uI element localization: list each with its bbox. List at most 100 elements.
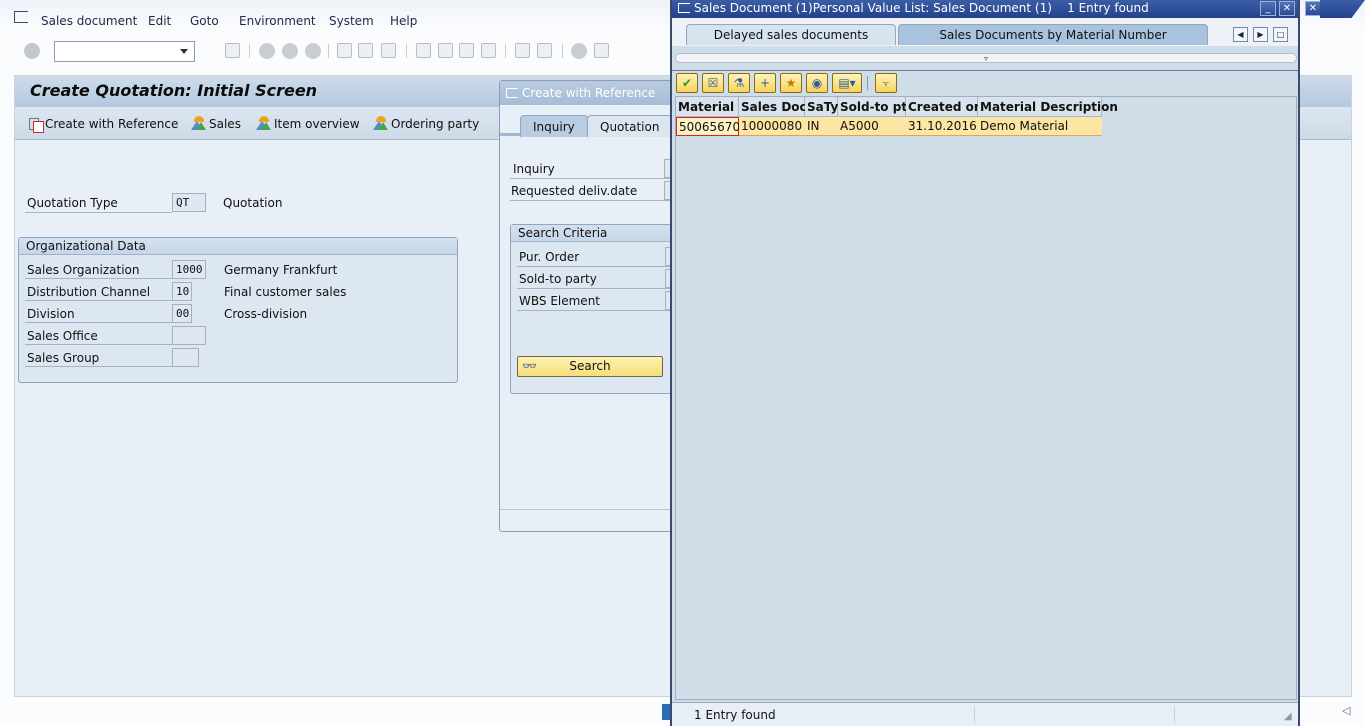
requested-deliv-date-label: Requested deliv.date: [511, 184, 638, 198]
print-icon[interactable]: ▤▾: [832, 73, 862, 93]
close-button[interactable]: ✕: [1279, 1, 1295, 16]
distribution-channel-field[interactable]: 10: [172, 282, 192, 301]
menu-system[interactable]: System: [329, 14, 374, 28]
column-header-sales-doc[interactable]: Sales Doc.: [739, 97, 811, 117]
sales-office-label: Sales Office: [27, 329, 98, 343]
info-icon[interactable]: ⍪: [875, 73, 897, 93]
group-title: Search Criteria: [511, 225, 689, 242]
window-close-button[interactable]: ✕: [1305, 1, 1321, 16]
dialog-icon: [506, 88, 518, 98]
division-field[interactable]: 00: [172, 304, 192, 323]
sales-group-label: Sales Group: [27, 351, 100, 365]
menu-help[interactable]: Help: [390, 14, 417, 28]
wbs-element-label: WBS Element: [519, 294, 600, 308]
search-button[interactable]: 👓 Search: [517, 356, 663, 377]
tab-quotation[interactable]: Quotation: [587, 115, 673, 137]
inquiry-label: Inquiry: [513, 162, 555, 176]
binoculars-icon: 👓: [522, 359, 537, 373]
sales-organization-desc: Germany Frankfurt: [224, 263, 338, 277]
create-with-reference-dialog: Create with Reference Inquiry Quotation …: [499, 80, 690, 532]
create-with-reference-button[interactable]: Create with Reference: [29, 117, 178, 133]
command-field[interactable]: [54, 41, 195, 62]
organizational-data-group: Organizational Data Sales Organization 1…: [18, 237, 458, 383]
menu-environment[interactable]: Environment: [239, 14, 316, 28]
popup-tabstrip: Delayed sales documents Sales Documents …: [672, 18, 1298, 46]
table-cell-sales-doc[interactable]: 10000080: [739, 117, 805, 136]
page-title: Create Quotation: Initial Screen: [30, 81, 318, 100]
status-text: 1 Entry found: [694, 708, 776, 722]
table-cell-material-description[interactable]: Demo Material: [978, 117, 1102, 136]
sales-office-field[interactable]: [172, 326, 206, 345]
tab-scroll-right-icon[interactable]: ▶: [1253, 27, 1268, 42]
status-expand-icon[interactable]: ◁: [1342, 704, 1350, 717]
quotation-type-field[interactable]: QT: [172, 193, 206, 212]
last-page-icon[interactable]: [481, 43, 496, 58]
tab-list-icon[interactable]: □: [1273, 27, 1288, 42]
print-icon[interactable]: [337, 43, 352, 58]
overview-icon: [191, 116, 207, 130]
enter-icon[interactable]: [24, 43, 40, 59]
chevron-down-icon[interactable]: [180, 49, 188, 54]
tab-scroll-left-icon[interactable]: ◀: [1233, 27, 1248, 42]
table-cell-saty[interactable]: IN: [805, 117, 838, 136]
table-cell-material[interactable]: 50065670: [676, 117, 740, 136]
item-overview-label: Item overview: [274, 117, 360, 131]
sales-group-field[interactable]: [172, 348, 199, 367]
dialog-title: Create with Reference: [522, 86, 656, 100]
value-list-popup: Sales Document (1)Personal Value List: S…: [670, 0, 1300, 726]
overview-icon: [256, 116, 272, 130]
tab-sales-documents-by-material[interactable]: Sales Documents by Material Number: [898, 24, 1208, 45]
table-cell-created-on[interactable]: 31.10.2016: [906, 117, 978, 136]
column-header-saty[interactable]: SaTy: [805, 97, 838, 117]
create-session-icon[interactable]: [515, 43, 530, 58]
copy-icon: [29, 117, 44, 133]
sold-to-party-label: Sold-to party: [519, 272, 597, 286]
item-overview-button[interactable]: Item overview: [256, 116, 360, 131]
cancel-icon[interactable]: ☒: [702, 73, 724, 93]
save-icon[interactable]: [225, 43, 240, 58]
column-header-material[interactable]: Material: [676, 97, 739, 117]
favorite-delete-icon[interactable]: ★: [780, 73, 802, 93]
find-icon[interactable]: [358, 43, 373, 58]
help-icon[interactable]: [571, 43, 587, 59]
cancel-icon[interactable]: [305, 43, 321, 59]
ordering-party-button[interactable]: Ordering party: [373, 116, 479, 131]
dialog-title-bar: Create with Reference: [500, 81, 678, 105]
resize-grip-icon[interactable]: ◢: [1284, 711, 1292, 722]
find-next-icon[interactable]: [381, 43, 396, 58]
sales-button[interactable]: Sales: [191, 116, 241, 131]
overview-icon: [373, 116, 389, 130]
accept-icon[interactable]: ✔: [676, 73, 698, 93]
quotation-type-label: Quotation Type: [27, 196, 118, 210]
column-header-material-description[interactable]: Material Description: [978, 97, 1118, 117]
shortcut-icon[interactable]: [537, 43, 552, 58]
multilingual-icon[interactable]: ◉: [806, 73, 828, 93]
table-cell-sold-to-pt[interactable]: A5000: [838, 117, 906, 136]
minimize-button[interactable]: _: [1260, 1, 1276, 16]
menu-edit[interactable]: Edit: [148, 14, 171, 28]
column-header-sold-to-pt[interactable]: Sold-to pt: [838, 97, 907, 117]
next-page-icon[interactable]: [459, 43, 474, 58]
sales-organization-field[interactable]: 1000: [172, 260, 206, 279]
exit-icon[interactable]: [282, 43, 298, 59]
menu-sales-document[interactable]: Sales document: [41, 14, 137, 28]
division-desc: Cross-division: [224, 307, 308, 321]
prev-page-icon[interactable]: [438, 43, 453, 58]
pur-order-label: Pur. Order: [519, 250, 580, 264]
dialog-icon: [678, 3, 690, 13]
list-toolbar: ✔ ☒ ⚗ + ★ ◉ ▤▾ ⍪: [672, 70, 1298, 94]
tab-delayed-sales-documents[interactable]: Delayed sales documents: [686, 24, 896, 45]
menu-icon[interactable]: [14, 11, 28, 23]
search-criteria-group: Search Criteria Pur. Order Sold-to party…: [510, 224, 690, 394]
find-next-icon[interactable]: +: [754, 73, 776, 93]
chevron-down-icon[interactable]: ▿: [984, 54, 988, 63]
find-icon[interactable]: ⚗: [728, 73, 750, 93]
customize-icon[interactable]: [594, 43, 609, 58]
menu-goto[interactable]: Goto: [190, 14, 219, 28]
tab-inquiry[interactable]: Inquiry: [520, 115, 588, 137]
popup-title-bar: Sales Document (1)Personal Value List: S…: [672, 0, 1298, 18]
first-page-icon[interactable]: [416, 43, 431, 58]
back-icon[interactable]: [259, 43, 275, 59]
column-header-created-on[interactable]: Created on: [906, 97, 982, 117]
selection-toggle-bar[interactable]: ▿: [675, 53, 1297, 63]
